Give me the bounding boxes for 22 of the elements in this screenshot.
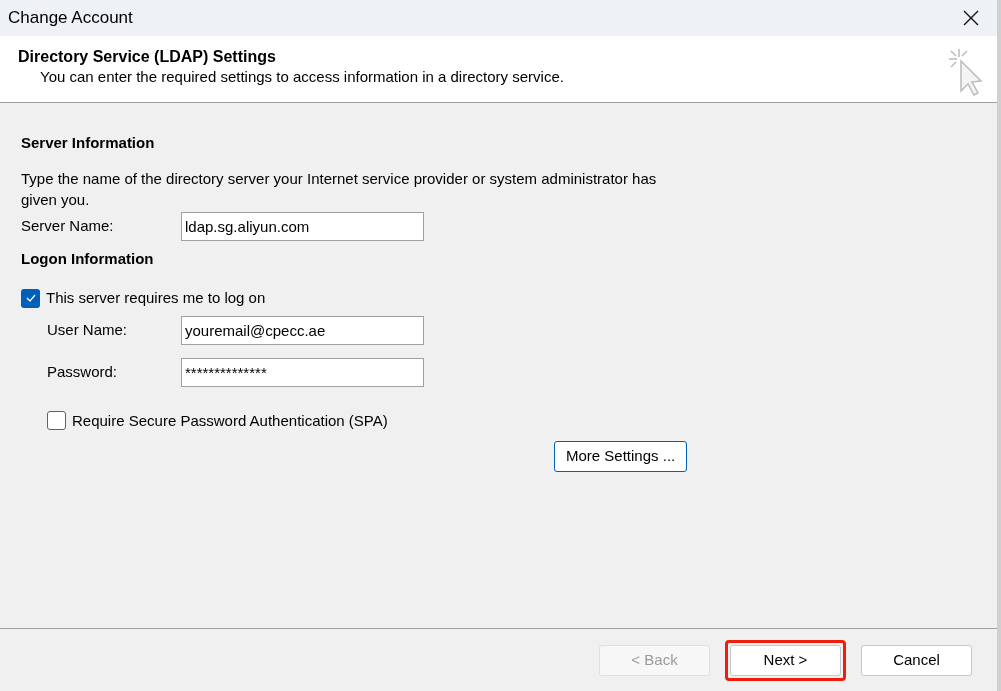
close-icon[interactable] — [963, 10, 979, 26]
field-label: Server Name: — [21, 216, 115, 237]
text-field[interactable]: youremail@cpecc.ae — [181, 315, 424, 345]
sparkle-cursor-icon — [947, 47, 983, 97]
field-label: User Name: — [47, 319, 129, 340]
checkbox-label: This server requires me to log on — [46, 288, 266, 308]
dialog-button[interactable]: Cancel — [861, 644, 972, 676]
checkmark-icon — [25, 294, 36, 303]
section-heading: Server Information — [21, 133, 156, 153]
checkbox[interactable] — [47, 411, 66, 431]
dialog-button[interactable]: Next > — [730, 644, 841, 676]
text-field[interactable]: ************** — [181, 357, 424, 387]
section-heading: Logon Information — [21, 249, 155, 269]
description-text: Type the name of the directory server your Internet service provider or system administrator has given you. — [21, 169, 658, 210]
checkbox[interactable] — [21, 288, 40, 308]
header-subtitle: You can enter the required settings to access information in a directory service. — [39, 67, 564, 87]
window-title: Change Account — [8, 7, 133, 30]
header-title: Directory Service (LDAP) Settings — [18, 47, 277, 67]
checkbox-label: Require Secure Password Authentication (SPA) — [72, 410, 388, 431]
text-field[interactable]: ldap.sg.aliyun.com — [181, 212, 424, 241]
field-label: Password: — [47, 361, 119, 382]
more-settings-button[interactable]: More Settings ... — [554, 441, 688, 472]
